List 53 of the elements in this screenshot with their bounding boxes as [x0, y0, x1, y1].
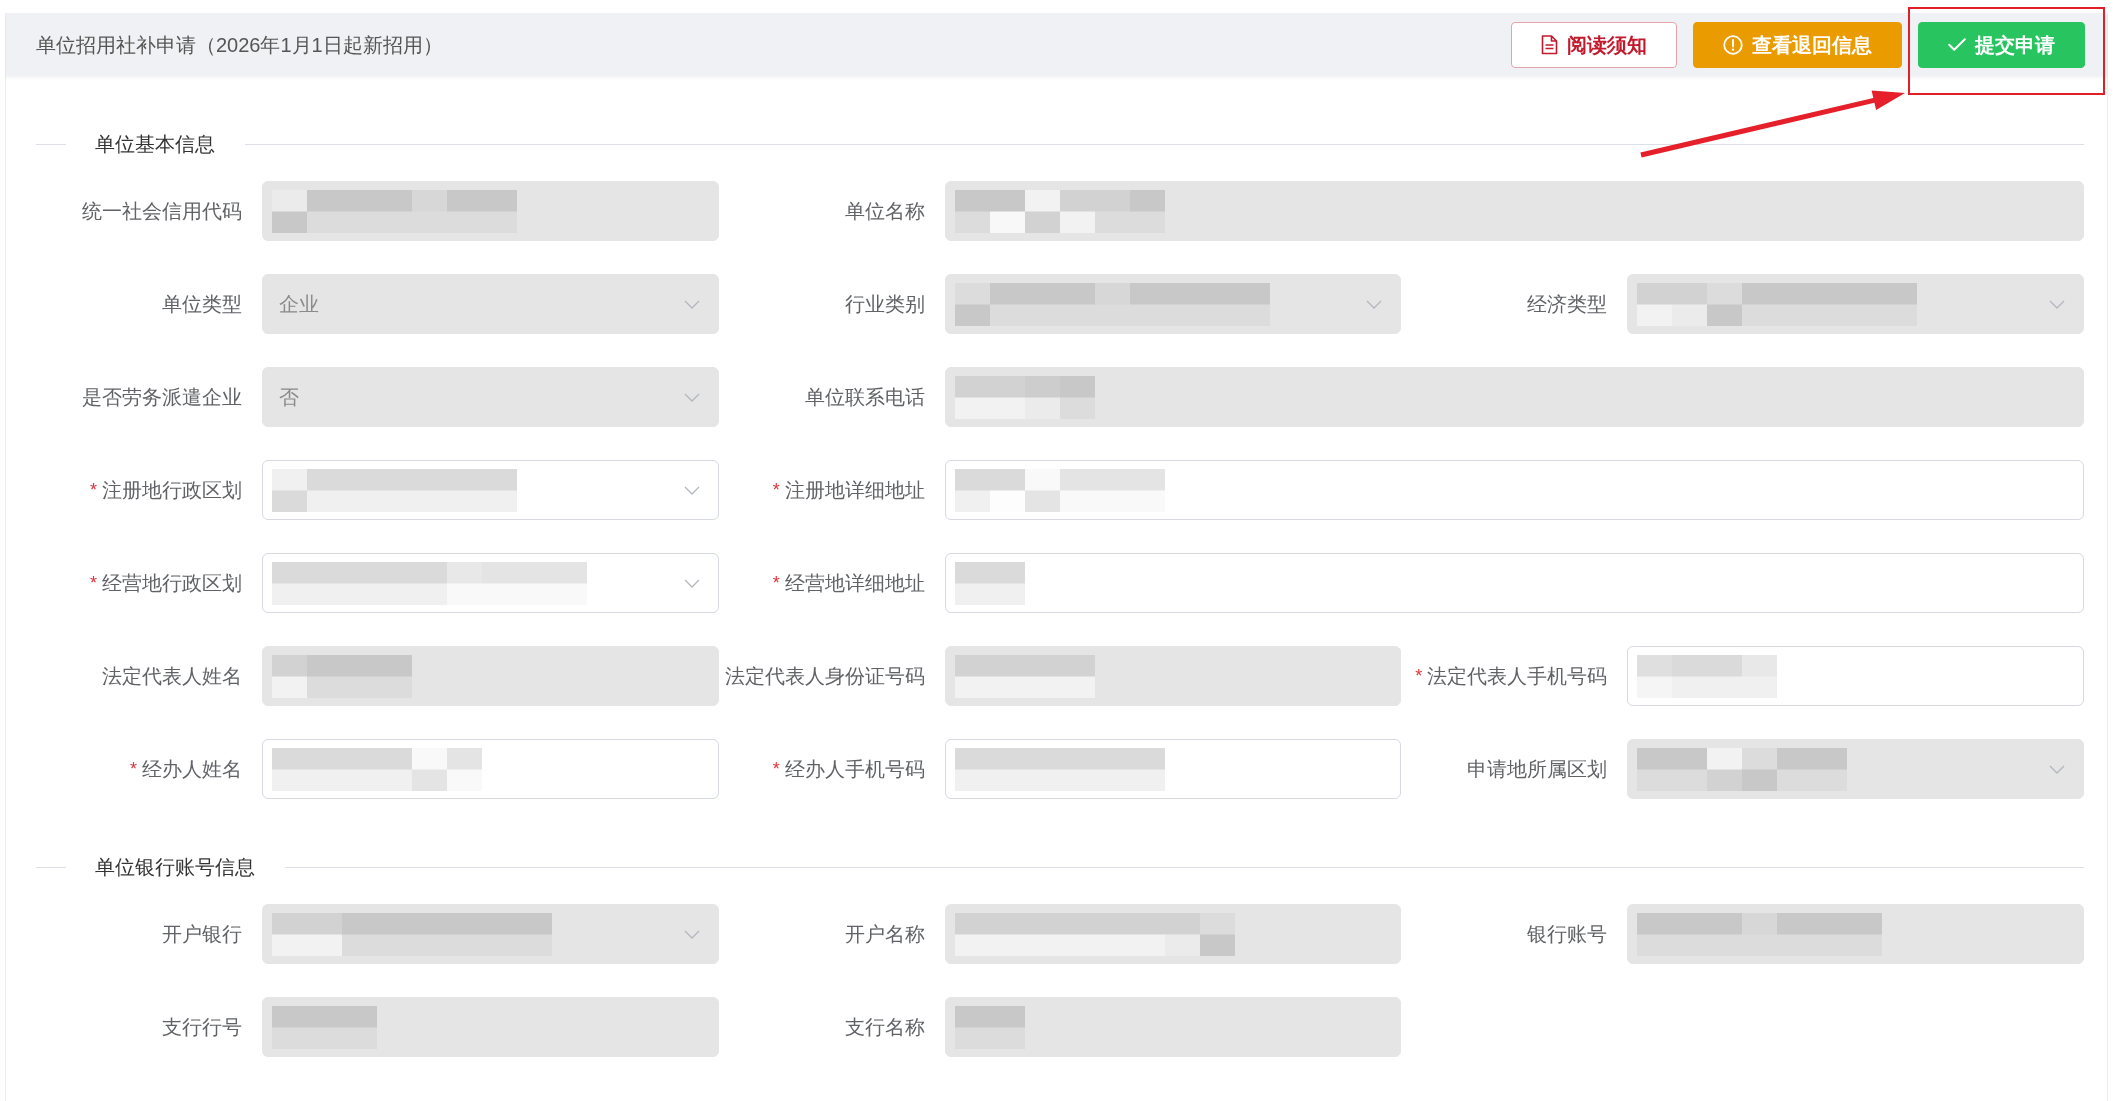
- section-title: 单位基本信息: [95, 132, 215, 157]
- field-label: 经办人手机号码: [784, 757, 925, 782]
- field-label: 法定代表人姓名: [102, 664, 242, 689]
- chevron-down-icon: [683, 929, 700, 939]
- chevron-down-icon: [2049, 299, 2065, 309]
- exclamation-circle-icon: [1723, 34, 1743, 55]
- return-info-button[interactable]: 查看退回信息: [1693, 21, 1902, 68]
- field-label: 开户银行: [162, 922, 242, 947]
- required-asterisk: *: [772, 571, 780, 595]
- required-asterisk: *: [772, 757, 780, 781]
- field-label: 单位类型: [162, 292, 242, 317]
- field-label: 法定代表人手机号码: [1427, 664, 1608, 689]
- input-field[interactable]: [944, 739, 1402, 799]
- chevron-down-icon: [683, 578, 700, 588]
- field-label: 开户名称: [844, 922, 925, 947]
- field-label: 单位联系电话: [804, 385, 925, 410]
- input-field[interactable]: [944, 460, 2084, 520]
- required-asterisk: *: [1415, 664, 1423, 688]
- field-label: 经办人姓名: [142, 757, 242, 782]
- dropdown-field[interactable]: [262, 553, 719, 613]
- check-icon: [1948, 38, 1966, 51]
- input-field[interactable]: [262, 739, 719, 799]
- chevron-down-icon: [683, 392, 700, 402]
- field-label: 单位名称: [844, 199, 925, 224]
- field-label: 注册地行政区划: [102, 478, 242, 503]
- chevron-down-icon: [1366, 299, 1383, 309]
- field-label: 经济类型: [1527, 292, 1608, 317]
- field-label: 支行行号: [162, 1015, 242, 1040]
- document-icon: [1541, 34, 1558, 55]
- chevron-down-icon: [2049, 764, 2065, 774]
- input-field[interactable]: [1627, 646, 2084, 706]
- field-label: 支行名称: [844, 1015, 925, 1040]
- required-asterisk: *: [772, 478, 780, 502]
- field-label: 是否劳务派遣企业: [82, 385, 242, 410]
- chevron-down-icon: [683, 299, 700, 309]
- required-asterisk: *: [130, 757, 137, 781]
- field-label: 银行账号: [1527, 922, 1608, 947]
- section-title: 单位银行账号信息: [95, 855, 255, 880]
- chevron-down-icon: [683, 485, 700, 495]
- field-label: 统一社会信用代码: [82, 199, 242, 224]
- notice-button[interactable]: 阅读须知: [1511, 21, 1677, 68]
- required-asterisk: *: [90, 571, 97, 595]
- field-label: 注册地详细地址: [784, 478, 925, 503]
- field-label: 申请地所属区划: [1467, 757, 1608, 782]
- field-label: 经营地行政区划: [102, 571, 242, 596]
- field-label: 行业类别: [844, 292, 925, 317]
- input-field[interactable]: [944, 553, 2084, 613]
- field-label: 法定代表人身份证号码: [724, 664, 925, 689]
- required-asterisk: *: [90, 478, 97, 502]
- submit-button[interactable]: 提交申请: [1918, 21, 2085, 68]
- field-label: 经营地详细地址: [784, 571, 925, 596]
- dropdown-field[interactable]: [262, 460, 719, 520]
- page-title: 单位招用社补申请（2026年1月1日起新招用）: [36, 32, 443, 58]
